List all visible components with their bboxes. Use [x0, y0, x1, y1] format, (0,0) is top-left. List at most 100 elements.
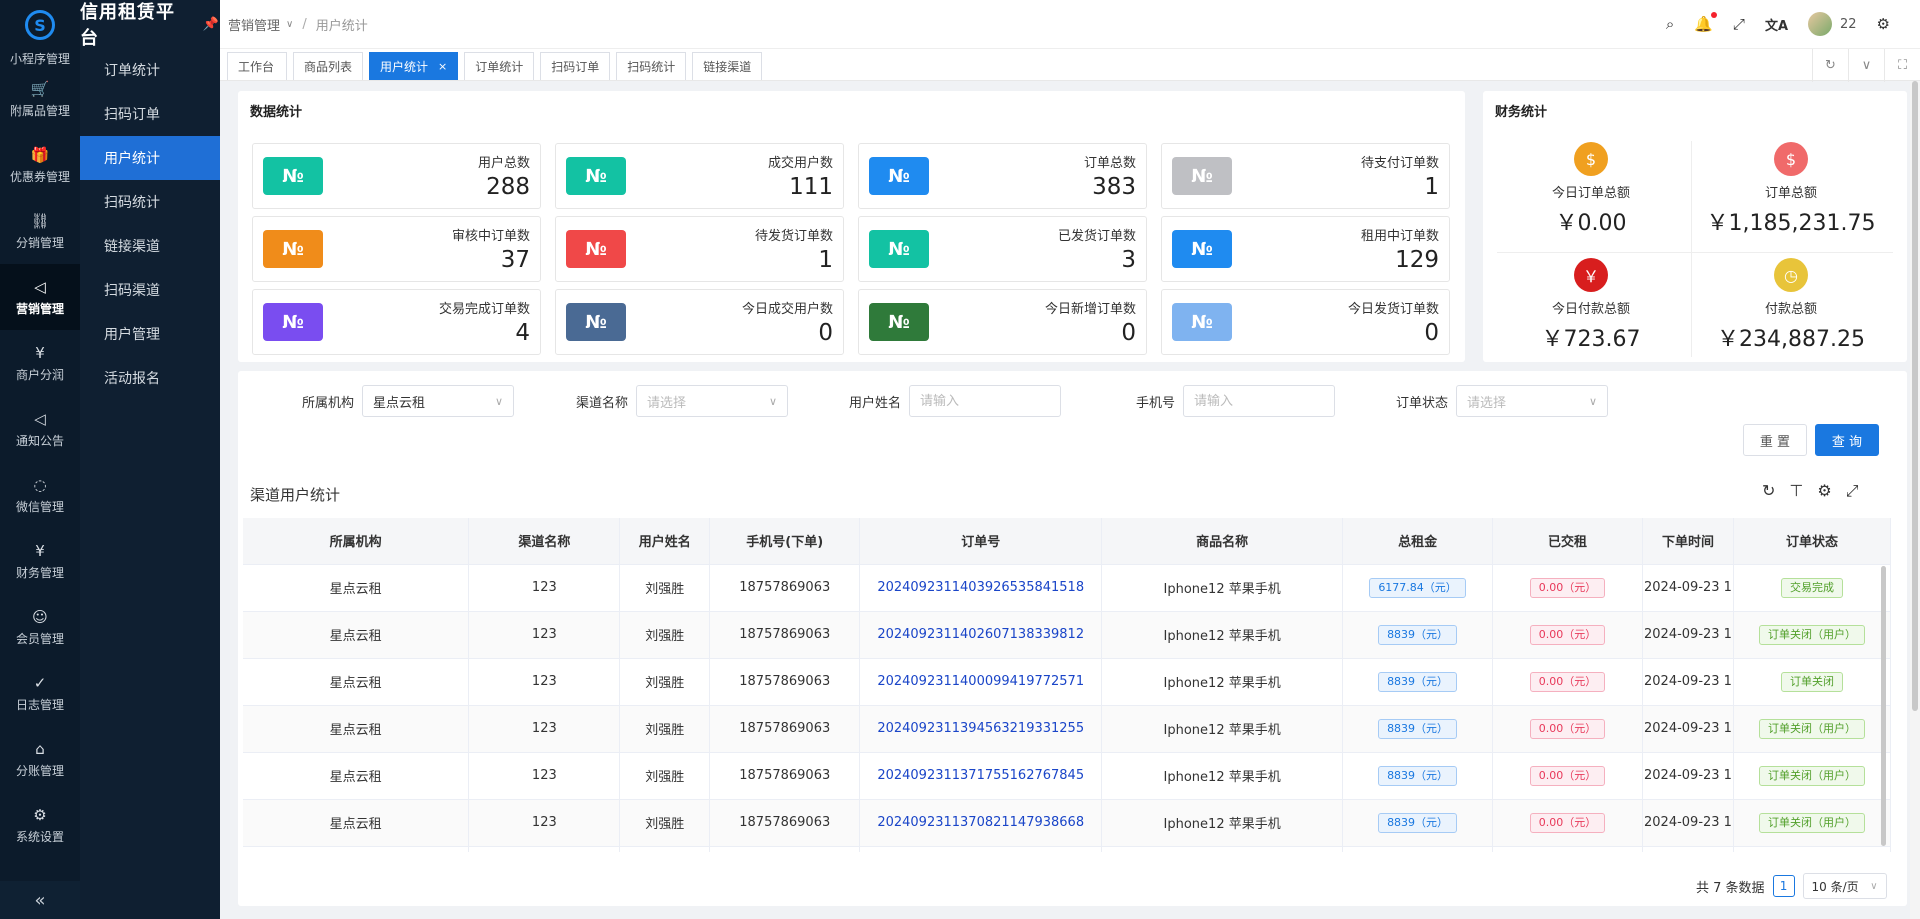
leftnav-item-label: 通知公告: [15, 433, 64, 448]
user-menu[interactable]: 22: [1808, 12, 1857, 36]
settings-icon[interactable]: ⚙: [1817, 481, 1831, 501]
translate-icon[interactable]: 文A: [1765, 15, 1788, 34]
reset-button[interactable]: 重 置: [1743, 424, 1807, 456]
cell-empty: [1492, 846, 1643, 852]
expand-icon[interactable]: ⛶: [1884, 49, 1920, 82]
tab-7[interactable]: 链接渠道: [692, 52, 763, 80]
leftnav-item-7[interactable]: ◁ 通知公告: [0, 396, 80, 462]
order-number-link[interactable]: 2024092311403926535841518: [859, 564, 1103, 612]
leftnav-item-label: 日志管理: [15, 697, 64, 712]
tab-3[interactable]: 用户统计 ×: [369, 52, 459, 80]
table-row[interactable]: 星点云租 123 刘强胜 18757869063 2024092311402607138…: [243, 611, 1891, 659]
tab-1[interactable]: 工作台: [227, 52, 287, 80]
cell-org: 星点云租: [243, 564, 470, 612]
query-button[interactable]: 查 询: [1815, 424, 1879, 456]
cell-paid: 0.00（元）: [1492, 564, 1643, 612]
order-status-select[interactable]: 请选择 ∨: [1456, 385, 1609, 417]
order-number-link[interactable]: 2024092311402607138339812: [859, 611, 1103, 659]
collapse-sidebar-button[interactable]: «: [0, 881, 80, 919]
cell-name: 刘强胜: [619, 611, 711, 659]
order-number-link[interactable]: 2024092311370821147938668: [859, 799, 1103, 847]
gear-icon: ⚙: [33, 805, 47, 824]
order-number-link[interactable]: 2024092311400099419772571: [859, 658, 1103, 706]
table-row[interactable]: 星点云租 123 刘强胜 18757869063 2024092311394563219…: [243, 705, 1891, 753]
submenu-item-7[interactable]: 用户管理: [80, 312, 220, 356]
leftnav-item-3[interactable]: 🎁 优惠券管理: [0, 132, 80, 198]
stat-value: 4: [515, 320, 530, 346]
submenu-item-3[interactable]: 用户统计: [80, 136, 220, 180]
column-height-icon[interactable]: ⊤: [1789, 481, 1803, 501]
filter-user-name: 用户姓名: [849, 385, 1062, 417]
table-row[interactable]: 星点云租 123 刘强胜 18757869063 2024092311403926535…: [243, 564, 1891, 612]
refresh-icon[interactable]: ↻: [1762, 481, 1775, 501]
column-header: 渠道名称: [468, 518, 621, 565]
leftnav-item-12[interactable]: ⌂ 分账管理: [0, 726, 80, 792]
submenu-item-2[interactable]: 扫码订单: [80, 92, 220, 136]
submenu-item-4[interactable]: 扫码统计: [80, 180, 220, 224]
tab-label: 扫码订单: [551, 60, 600, 74]
status-tag: 订单关闭（用户）: [1758, 812, 1865, 833]
leftnav-item-2[interactable]: 🛒 附属品管理: [0, 66, 80, 132]
refresh-icon[interactable]: ↻: [1812, 49, 1848, 82]
stat-label: 租用中订单数: [1360, 229, 1439, 244]
leftnav-item-10[interactable]: ☺ 会员管理: [0, 594, 80, 660]
phone-input[interactable]: [1183, 385, 1336, 417]
leftnav-item-label: 系统设置: [15, 829, 64, 844]
leftnav-item-4[interactable]: ⛓ 分销管理: [0, 198, 80, 264]
cell-product: Iphone12 苹果手机: [1101, 658, 1344, 706]
fullscreen-icon[interactable]: ⤢: [1846, 481, 1859, 501]
page-size-select[interactable]: 10 条/页 ∨: [1802, 873, 1887, 899]
pin-icon[interactable]: 📌: [203, 17, 220, 32]
leftnav-item-9[interactable]: ¥ 财务管理: [0, 528, 80, 594]
table-row[interactable]: 星点云租 123 刘强胜 18757869063 2024092311370821147…: [243, 799, 1891, 847]
cell-empty: [709, 846, 861, 852]
stat-tile: № 租用中订单数 129: [1161, 216, 1450, 282]
fullscreen-icon[interactable]: ⤢: [1733, 15, 1745, 33]
cell-rent: 8839（元）: [1342, 658, 1494, 706]
scrollbar-thumb[interactable]: [1912, 81, 1918, 711]
org-select-value: 星点云租: [373, 395, 426, 411]
table-row[interactable]: 星点云租 123 刘强胜 18757869063 2024092311400099419…: [243, 658, 1891, 706]
chevron-down-icon[interactable]: ∨: [1848, 49, 1884, 82]
leftnav-item-1[interactable]: 小程序管理: [0, 50, 80, 66]
tab-6[interactable]: 扫码统计: [616, 52, 687, 80]
filter-phone-label: 手机号: [1136, 395, 1176, 411]
tab-4[interactable]: 订单统计: [464, 52, 535, 80]
submenu-item-8[interactable]: 活动报名: [80, 356, 220, 400]
tab-5[interactable]: 扫码订单: [540, 52, 611, 80]
breadcrumb-parent[interactable]: 营销管理: [228, 15, 280, 34]
cell-empty: [619, 846, 711, 852]
submenu-item-5[interactable]: 链接渠道: [80, 224, 220, 268]
page-scrollbar[interactable]: [1910, 81, 1920, 919]
settings-gear-icon[interactable]: ⚙: [1877, 15, 1890, 33]
submenu-item-6[interactable]: 扫码渠道: [80, 268, 220, 312]
finance-value: ￥1,185,231.75: [1706, 211, 1876, 236]
app-logo[interactable]: S: [0, 0, 80, 50]
gift-icon: 🎁: [30, 145, 50, 164]
close-icon[interactable]: ×: [438, 60, 447, 73]
data-stats-title: 数据统计: [250, 105, 303, 120]
table-scrollbar[interactable]: [1881, 566, 1886, 846]
order-number-link[interactable]: 2024092311394563219331255: [859, 705, 1103, 753]
user-name-input[interactable]: [909, 385, 1062, 417]
leftnav-item-8[interactable]: ◌ 微信管理: [0, 462, 80, 528]
org-select[interactable]: 星点云租 ∨: [362, 385, 515, 417]
page-1-button[interactable]: 1: [1772, 875, 1795, 897]
stat-value: 1: [1424, 174, 1439, 200]
order-number-link[interactable]: 2024092311371755162767845: [859, 752, 1103, 800]
leftnav-item-13[interactable]: ⚙ 系统设置: [0, 792, 80, 858]
channel-select[interactable]: 请选择 ∨: [636, 385, 789, 417]
user-name: 22: [1840, 16, 1857, 32]
search-icon[interactable]: ⌕: [1666, 15, 1674, 33]
number-badge-icon: №: [566, 303, 626, 341]
table-row[interactable]: 星点云租 123 刘强胜 18757869063 2024092311371755162…: [243, 752, 1891, 800]
stat-value: 288: [486, 174, 530, 200]
cell-phone: 18757869063: [709, 564, 861, 612]
bell-icon[interactable]: 🔔: [1694, 12, 1717, 33]
leftnav-item-6[interactable]: ¥ 商户分润: [0, 330, 80, 396]
submenu-item-1[interactable]: 订单统计: [80, 48, 220, 92]
column-header: 用户姓名: [619, 518, 711, 565]
leftnav-item-11[interactable]: ✓ 日志管理: [0, 660, 80, 726]
tab-2[interactable]: 商品列表: [293, 52, 364, 80]
leftnav-item-5[interactable]: ◁ 营销管理: [0, 264, 80, 330]
